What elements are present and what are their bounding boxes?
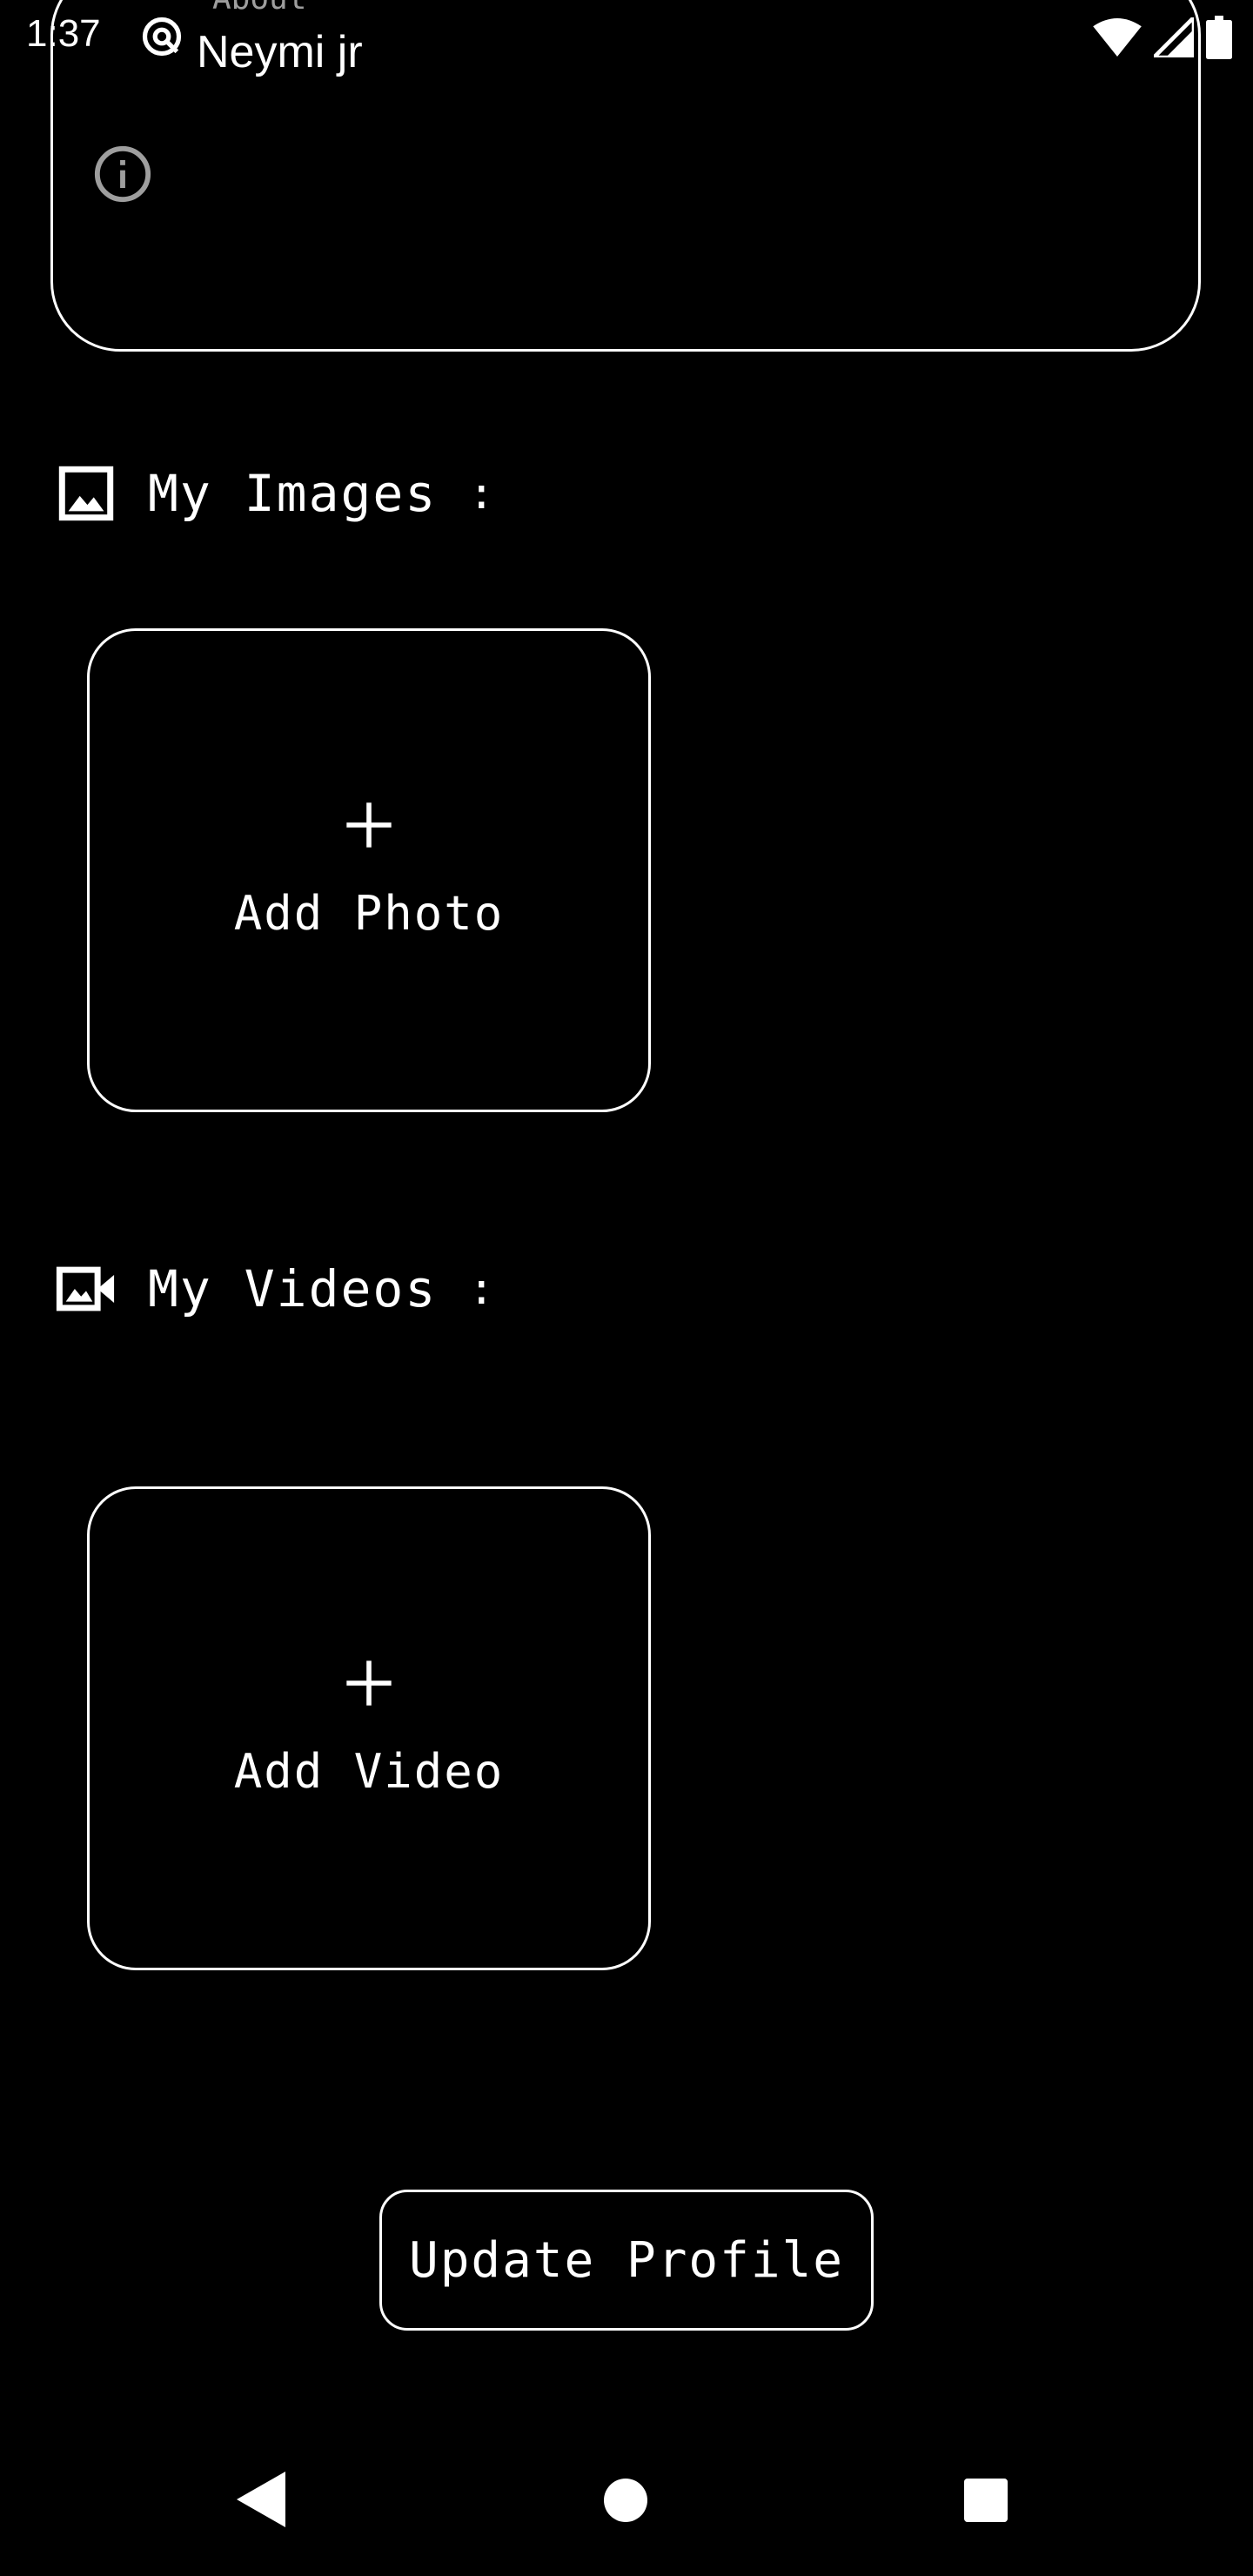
images-section-colon: :: [468, 468, 495, 519]
add-photo-label: Add Photo: [233, 885, 505, 941]
recent-apps-square-icon[interactable]: [964, 2479, 1008, 2522]
info-icon[interactable]: [92, 144, 153, 205]
video-camera-icon: [56, 1266, 115, 1311]
about-value: Neymi jr: [197, 27, 363, 77]
videos-section-colon: :: [468, 1264, 495, 1314]
update-profile-button[interactable]: Update Profile: [379, 2190, 874, 2331]
image-icon: [58, 466, 114, 521]
add-video-label: Add Video: [233, 1743, 505, 1799]
battery-icon: [1206, 16, 1232, 59]
videos-section-header: My Videos :: [56, 1258, 494, 1319]
images-section-title: My Images: [148, 464, 438, 523]
back-triangle-icon[interactable]: [237, 2472, 285, 2527]
plus-icon: [346, 1660, 392, 1706]
images-section-header: My Images :: [56, 463, 494, 524]
add-photo-button[interactable]: Add Photo: [87, 628, 651, 1112]
about-label: About: [212, 0, 306, 17]
plus-icon: [346, 802, 392, 848]
home-circle-icon[interactable]: [604, 2479, 647, 2522]
add-video-button[interactable]: Add Video: [87, 1486, 651, 1970]
videos-section-title: My Videos: [148, 1259, 438, 1318]
